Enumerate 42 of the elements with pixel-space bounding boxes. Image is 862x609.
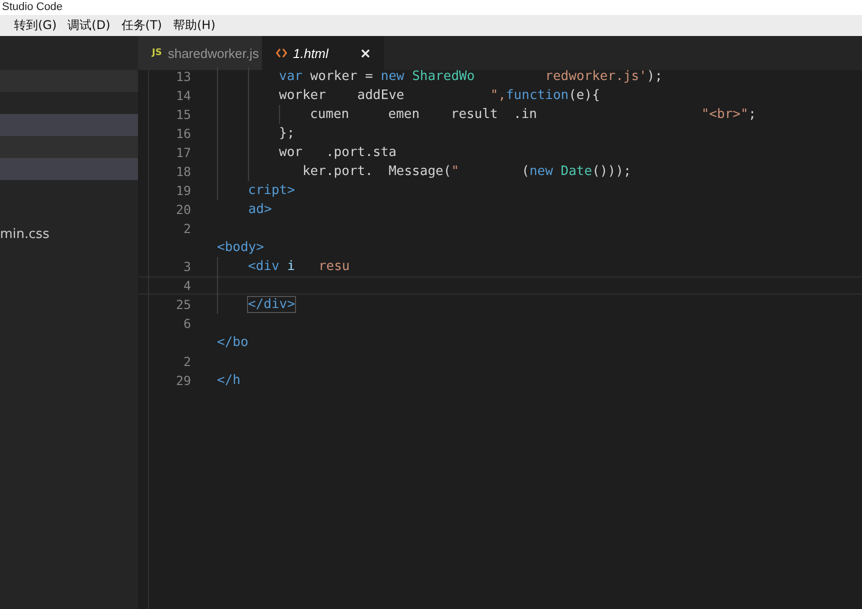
menu-item[interactable]: 帮助(H) bbox=[172, 17, 216, 34]
line-number: 3 bbox=[182, 259, 191, 274]
code-text: ad> bbox=[247, 202, 272, 217]
line-number: 17 bbox=[174, 145, 191, 160]
window-title: Studio Code bbox=[2, 1, 63, 14]
list-row[interactable] bbox=[0, 136, 138, 158]
line-number: 19 bbox=[174, 183, 191, 198]
line-number: 2 bbox=[182, 221, 191, 236]
menu-item[interactable]: 转到(G) bbox=[14, 17, 57, 34]
list-row[interactable] bbox=[0, 114, 138, 136]
code-brackets-icon bbox=[276, 48, 287, 58]
close-icon[interactable] bbox=[361, 48, 370, 58]
js-file-icon: JS bbox=[152, 48, 162, 58]
editor-tab[interactable]: 1.html bbox=[262, 36, 384, 70]
editor-tab[interactable]: JS sharedworker.js bbox=[138, 36, 262, 70]
code-text: </bo bbox=[217, 335, 248, 350]
file-name[interactable]: min.css bbox=[0, 227, 50, 242]
line-number: 16 bbox=[174, 126, 191, 141]
line-number: 6 bbox=[182, 316, 191, 331]
line-number: 29 bbox=[174, 373, 191, 388]
line-number: 13 bbox=[174, 69, 191, 84]
line-number: 4 bbox=[182, 278, 191, 293]
code-text: var worker = new SharedWo redworker.js'); bbox=[279, 69, 663, 84]
menu-item[interactable]: 任务(T) bbox=[121, 17, 162, 34]
code-text: ker.port. Message(" (new Date())); bbox=[301, 164, 632, 179]
code-text: cumen emen result .in "<br>"; bbox=[310, 107, 756, 122]
code-text: wor .port.sta bbox=[279, 145, 396, 160]
line-number: 25 bbox=[174, 297, 191, 312]
code-text: </div> bbox=[248, 297, 295, 312]
code-text: cript> bbox=[248, 183, 295, 198]
code-text: worker addEve ",function(e){ bbox=[279, 88, 600, 103]
line-number: 20 bbox=[174, 202, 191, 217]
line-number: 18 bbox=[174, 164, 191, 179]
code-text: }; bbox=[279, 126, 295, 141]
line-number: 15 bbox=[174, 107, 191, 122]
list-row[interactable] bbox=[0, 158, 138, 180]
line-number: 14 bbox=[174, 88, 191, 103]
code-text: <body> bbox=[217, 240, 264, 255]
code-text: <div i resu bbox=[248, 259, 350, 274]
code-text: </h bbox=[217, 373, 240, 388]
menu-item[interactable]: 调试(D) bbox=[68, 17, 110, 34]
line-number: 2 bbox=[182, 354, 191, 369]
